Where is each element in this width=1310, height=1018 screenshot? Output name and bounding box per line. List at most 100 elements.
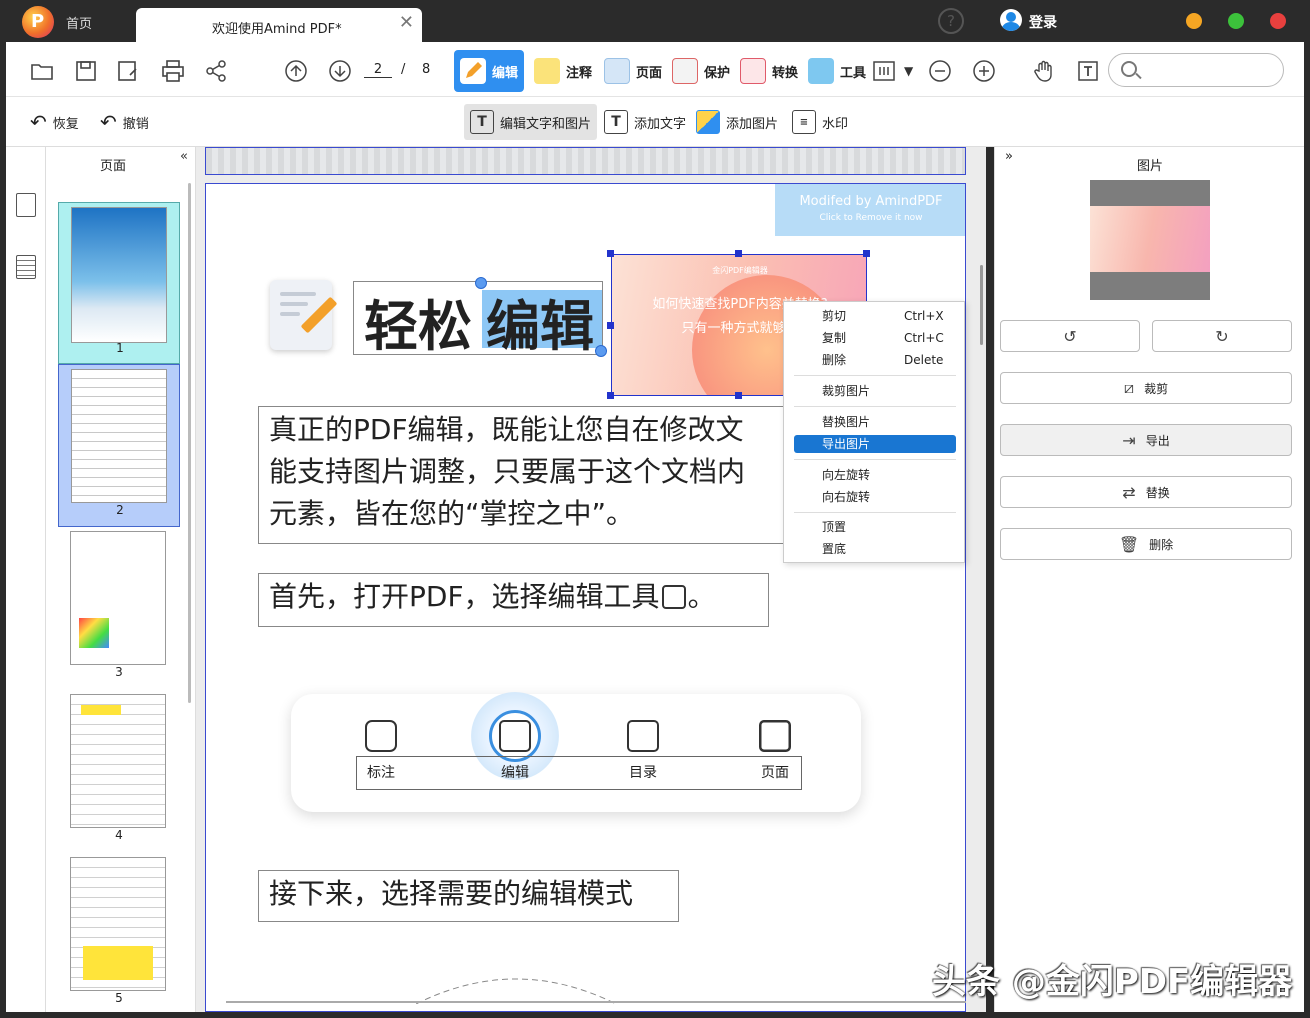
text-select-icon[interactable] xyxy=(1076,59,1100,83)
selection-end-handle[interactable] xyxy=(595,345,607,357)
redo-label: 恢复 xyxy=(52,116,79,132)
toolbox-page-label: 页面 xyxy=(761,765,789,781)
tab-document[interactable]: 欢迎使用Amind PDF* ✕ xyxy=(136,8,422,42)
document-horizontal-scrollbar[interactable] xyxy=(226,1001,966,1003)
tab-home[interactable]: 首页 xyxy=(66,13,92,32)
menu-item-rotate-left[interactable]: 向左旋转 xyxy=(794,466,956,484)
page-thumbnail-4[interactable]: 4 xyxy=(58,690,180,852)
document-viewer: Modifed by AmindPDF Click to Remove it n… xyxy=(196,147,986,1012)
save-as-icon[interactable] xyxy=(116,59,140,83)
resize-handle-s[interactable] xyxy=(735,392,742,399)
zoom-out-icon[interactable] xyxy=(928,59,952,83)
open-folder-icon[interactable] xyxy=(30,59,54,83)
maximize-button[interactable] xyxy=(1228,13,1244,29)
help-icon[interactable]: ? xyxy=(938,8,964,34)
paragraph-1-line: 元素，皆在您的“掌控之中”。 xyxy=(269,497,635,530)
page-thumbnail-3[interactable]: 3 xyxy=(58,527,180,689)
close-window-button[interactable] xyxy=(1270,13,1286,29)
thumbnails-icon[interactable] xyxy=(16,193,36,217)
menu-item-copy[interactable]: 复制 Ctrl+C xyxy=(794,329,956,347)
resize-handle-w[interactable] xyxy=(607,322,614,329)
edit-text-image-label: 编辑文字和图片 xyxy=(500,116,592,132)
undo-button[interactable]: ↶ 撤销 xyxy=(94,107,155,137)
menu-item-send-to-back[interactable]: 置底 xyxy=(794,540,956,558)
resize-handle-nw[interactable] xyxy=(607,250,614,257)
toolbox-label-frame xyxy=(356,756,802,790)
main-toolbar: 2 / 8 编辑 注释 页面 保护 转换 工具 ▼ xyxy=(6,42,1304,97)
paragraph-2-end: 。 xyxy=(687,580,716,613)
crop-button[interactable]: ⧄ 裁剪 xyxy=(1000,372,1292,404)
page-down-icon[interactable] xyxy=(328,59,352,83)
zoom-in-icon[interactable] xyxy=(972,59,996,83)
collapse-right-icon[interactable]: » xyxy=(1005,149,1013,164)
comment-icon xyxy=(534,58,560,84)
menu-item-replace-image[interactable]: 替换图片 xyxy=(794,413,956,431)
menu-item-export-image[interactable]: 导出图片 xyxy=(794,435,956,453)
add-text-button[interactable]: T 添加文字 xyxy=(598,107,692,137)
redo-button[interactable]: ↶ 恢复 xyxy=(24,107,85,137)
login-button[interactable]: 登录 xyxy=(1029,12,1057,32)
page-number-input[interactable]: 2 xyxy=(364,62,392,78)
user-avatar[interactable] xyxy=(1000,9,1022,31)
hand-tool-icon[interactable] xyxy=(1032,59,1056,83)
search-input[interactable] xyxy=(1108,53,1284,87)
resize-handle-ne[interactable] xyxy=(863,250,870,257)
document-vertical-scrollbar[interactable] xyxy=(980,265,983,345)
edit-text-image-button[interactable]: T 编辑文字和图片 xyxy=(464,104,598,140)
menu-item-delete[interactable]: 删除 Delete xyxy=(794,351,956,369)
title-text-plain[interactable]: 轻松 xyxy=(364,282,472,361)
tab-page[interactable]: 页面 xyxy=(598,50,668,92)
resize-handle-sw[interactable] xyxy=(607,392,614,399)
save-icon[interactable] xyxy=(74,59,98,83)
tab-protect[interactable]: 保护 xyxy=(666,50,736,92)
watermark-button[interactable]: ≡ 水印 xyxy=(786,107,854,137)
page-thumbnail-1[interactable]: 1 xyxy=(58,202,180,364)
paragraph-2[interactable]: 首先，打开PDF，选择编辑工具。 xyxy=(258,573,769,627)
tab-edit[interactable]: 编辑 xyxy=(454,50,524,92)
undo-label: 撤销 xyxy=(122,116,149,132)
page-thumbnail-number: 4 xyxy=(115,828,123,842)
page-thumbnail-5[interactable]: 5 xyxy=(58,853,180,1015)
previous-page xyxy=(205,147,966,175)
tab-protect-label: 保护 xyxy=(704,65,731,81)
minimize-button[interactable] xyxy=(1186,13,1202,29)
delete-button[interactable]: 🗑 删除 xyxy=(1000,528,1292,560)
tab-comment[interactable]: 注释 xyxy=(528,50,598,92)
replace-button[interactable]: ⇄ 替换 xyxy=(1000,476,1292,508)
modified-banner[interactable]: Modifed by AmindPDF Click to Remove it n… xyxy=(775,184,965,236)
page-up-icon[interactable] xyxy=(284,59,308,83)
share-icon[interactable] xyxy=(204,59,228,83)
add-text-icon: T xyxy=(604,110,628,134)
thumbnail-scrollbar[interactable] xyxy=(188,183,191,703)
menu-item-crop-image[interactable]: 裁剪图片 xyxy=(794,382,956,400)
export-button[interactable]: ⇥ 导出 xyxy=(1000,424,1292,456)
menu-item-rotate-right[interactable]: 向右旋转 xyxy=(794,488,956,506)
banner-title: Modifed by AmindPDF xyxy=(799,194,943,209)
image-panel-title: 图片 xyxy=(1137,159,1164,174)
delete-label: 删除 xyxy=(1149,537,1174,552)
print-icon[interactable] xyxy=(161,59,185,83)
selection-start-handle[interactable] xyxy=(475,277,487,289)
resize-handle-n[interactable] xyxy=(735,250,742,257)
menu-item-bring-to-front[interactable]: 顶置 xyxy=(794,518,956,536)
tab-convert[interactable]: 转换 xyxy=(734,50,804,92)
watermark-icon: ≡ xyxy=(792,110,816,134)
close-tab-icon[interactable]: ✕ xyxy=(399,12,414,33)
layout-dropdown-icon[interactable]: ▼ xyxy=(904,64,913,78)
outline-icon[interactable] xyxy=(16,255,36,279)
trash-icon: 🗑 xyxy=(1118,534,1140,554)
crop-icon: ⧄ xyxy=(1123,378,1135,397)
page-layout-icon[interactable] xyxy=(872,59,896,83)
paragraph-3[interactable]: 接下来，选择需要的编辑模式 xyxy=(258,870,679,922)
add-image-button[interactable]: 添加图片 xyxy=(690,107,784,137)
paragraph-1[interactable]: 真正的PDF编辑，既能让您自在修改文 能支持图片调整，只要属于这个文档内 元素，… xyxy=(258,406,788,544)
tab-tools[interactable]: 工具 xyxy=(802,50,872,92)
toc-icon xyxy=(627,720,659,752)
page-thumbnail-2[interactable]: 2 xyxy=(58,364,180,527)
collapse-left-icon[interactable]: « xyxy=(180,149,188,164)
title-text-selected[interactable]: 编辑 xyxy=(486,282,594,361)
tab-edit-label: 编辑 xyxy=(492,65,519,81)
rotate-right-button[interactable]: ↻ xyxy=(1152,320,1292,352)
rotate-left-button[interactable]: ↺ xyxy=(1000,320,1140,352)
menu-item-cut[interactable]: 剪切 Ctrl+X xyxy=(794,307,956,325)
